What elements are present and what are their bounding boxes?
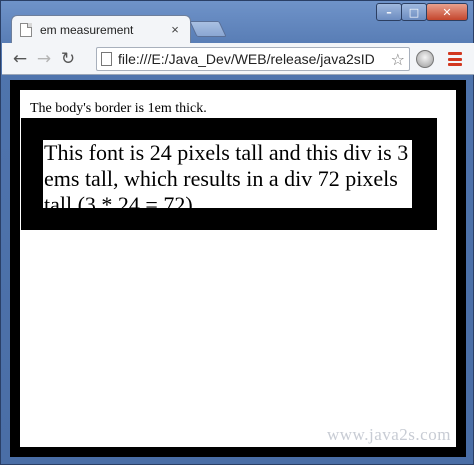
body-border-text: The body's border is 1em thick. [30, 101, 207, 116]
page-viewport: The body's border is 1em thick. This fon… [10, 80, 466, 457]
menu-icon[interactable] [448, 52, 462, 66]
minimize-icon: – [386, 5, 392, 19]
close-icon: ✕ [442, 5, 452, 19]
minimize-button[interactable]: – [376, 3, 402, 21]
close-button[interactable]: ✕ [426, 3, 468, 21]
em-div-border: This font is 24 pixels tall and this div… [21, 118, 437, 230]
page-icon [101, 52, 112, 66]
maximize-button[interactable]: □ [401, 3, 427, 21]
new-tab-button[interactable] [189, 21, 227, 37]
tab-em-measurement[interactable]: em measurement × [11, 15, 191, 43]
toolbar: ← → ↻ file:///E:/Java_Dev/WEB/release/ja… [2, 43, 474, 75]
forward-arrow-icon: → [36, 48, 52, 69]
tab-close-icon[interactable]: × [168, 22, 182, 37]
watermark: www.java2s.com [327, 425, 451, 444]
forward-button[interactable]: → [32, 47, 56, 71]
tab-title: em measurement [40, 22, 134, 37]
address-bar[interactable]: file:///E:/Java_Dev/WEB/release/java2sID… [96, 47, 410, 71]
em-div: This font is 24 pixels tall and this div… [43, 140, 412, 208]
extension-icon[interactable] [416, 50, 434, 68]
window-controls: – □ ✕ [376, 3, 468, 21]
browser-window: – □ ✕ em measurement × ← → ↻ file:///E:/… [0, 0, 474, 465]
page-icon [20, 22, 32, 37]
bookmark-star-icon[interactable]: ☆ [391, 50, 405, 69]
maximize-icon: □ [408, 5, 420, 19]
back-arrow-icon: ← [12, 48, 28, 69]
url-text[interactable]: file:///E:/Java_Dev/WEB/release/java2sID [118, 51, 389, 67]
back-button[interactable]: ← [8, 47, 32, 71]
page-body: The body's border is 1em thick. This fon… [20, 90, 456, 447]
reload-button[interactable]: ↻ [56, 47, 80, 71]
reload-icon: ↻ [60, 48, 76, 69]
em-div-text: This font is 24 pixels tall and this div… [44, 140, 409, 208]
